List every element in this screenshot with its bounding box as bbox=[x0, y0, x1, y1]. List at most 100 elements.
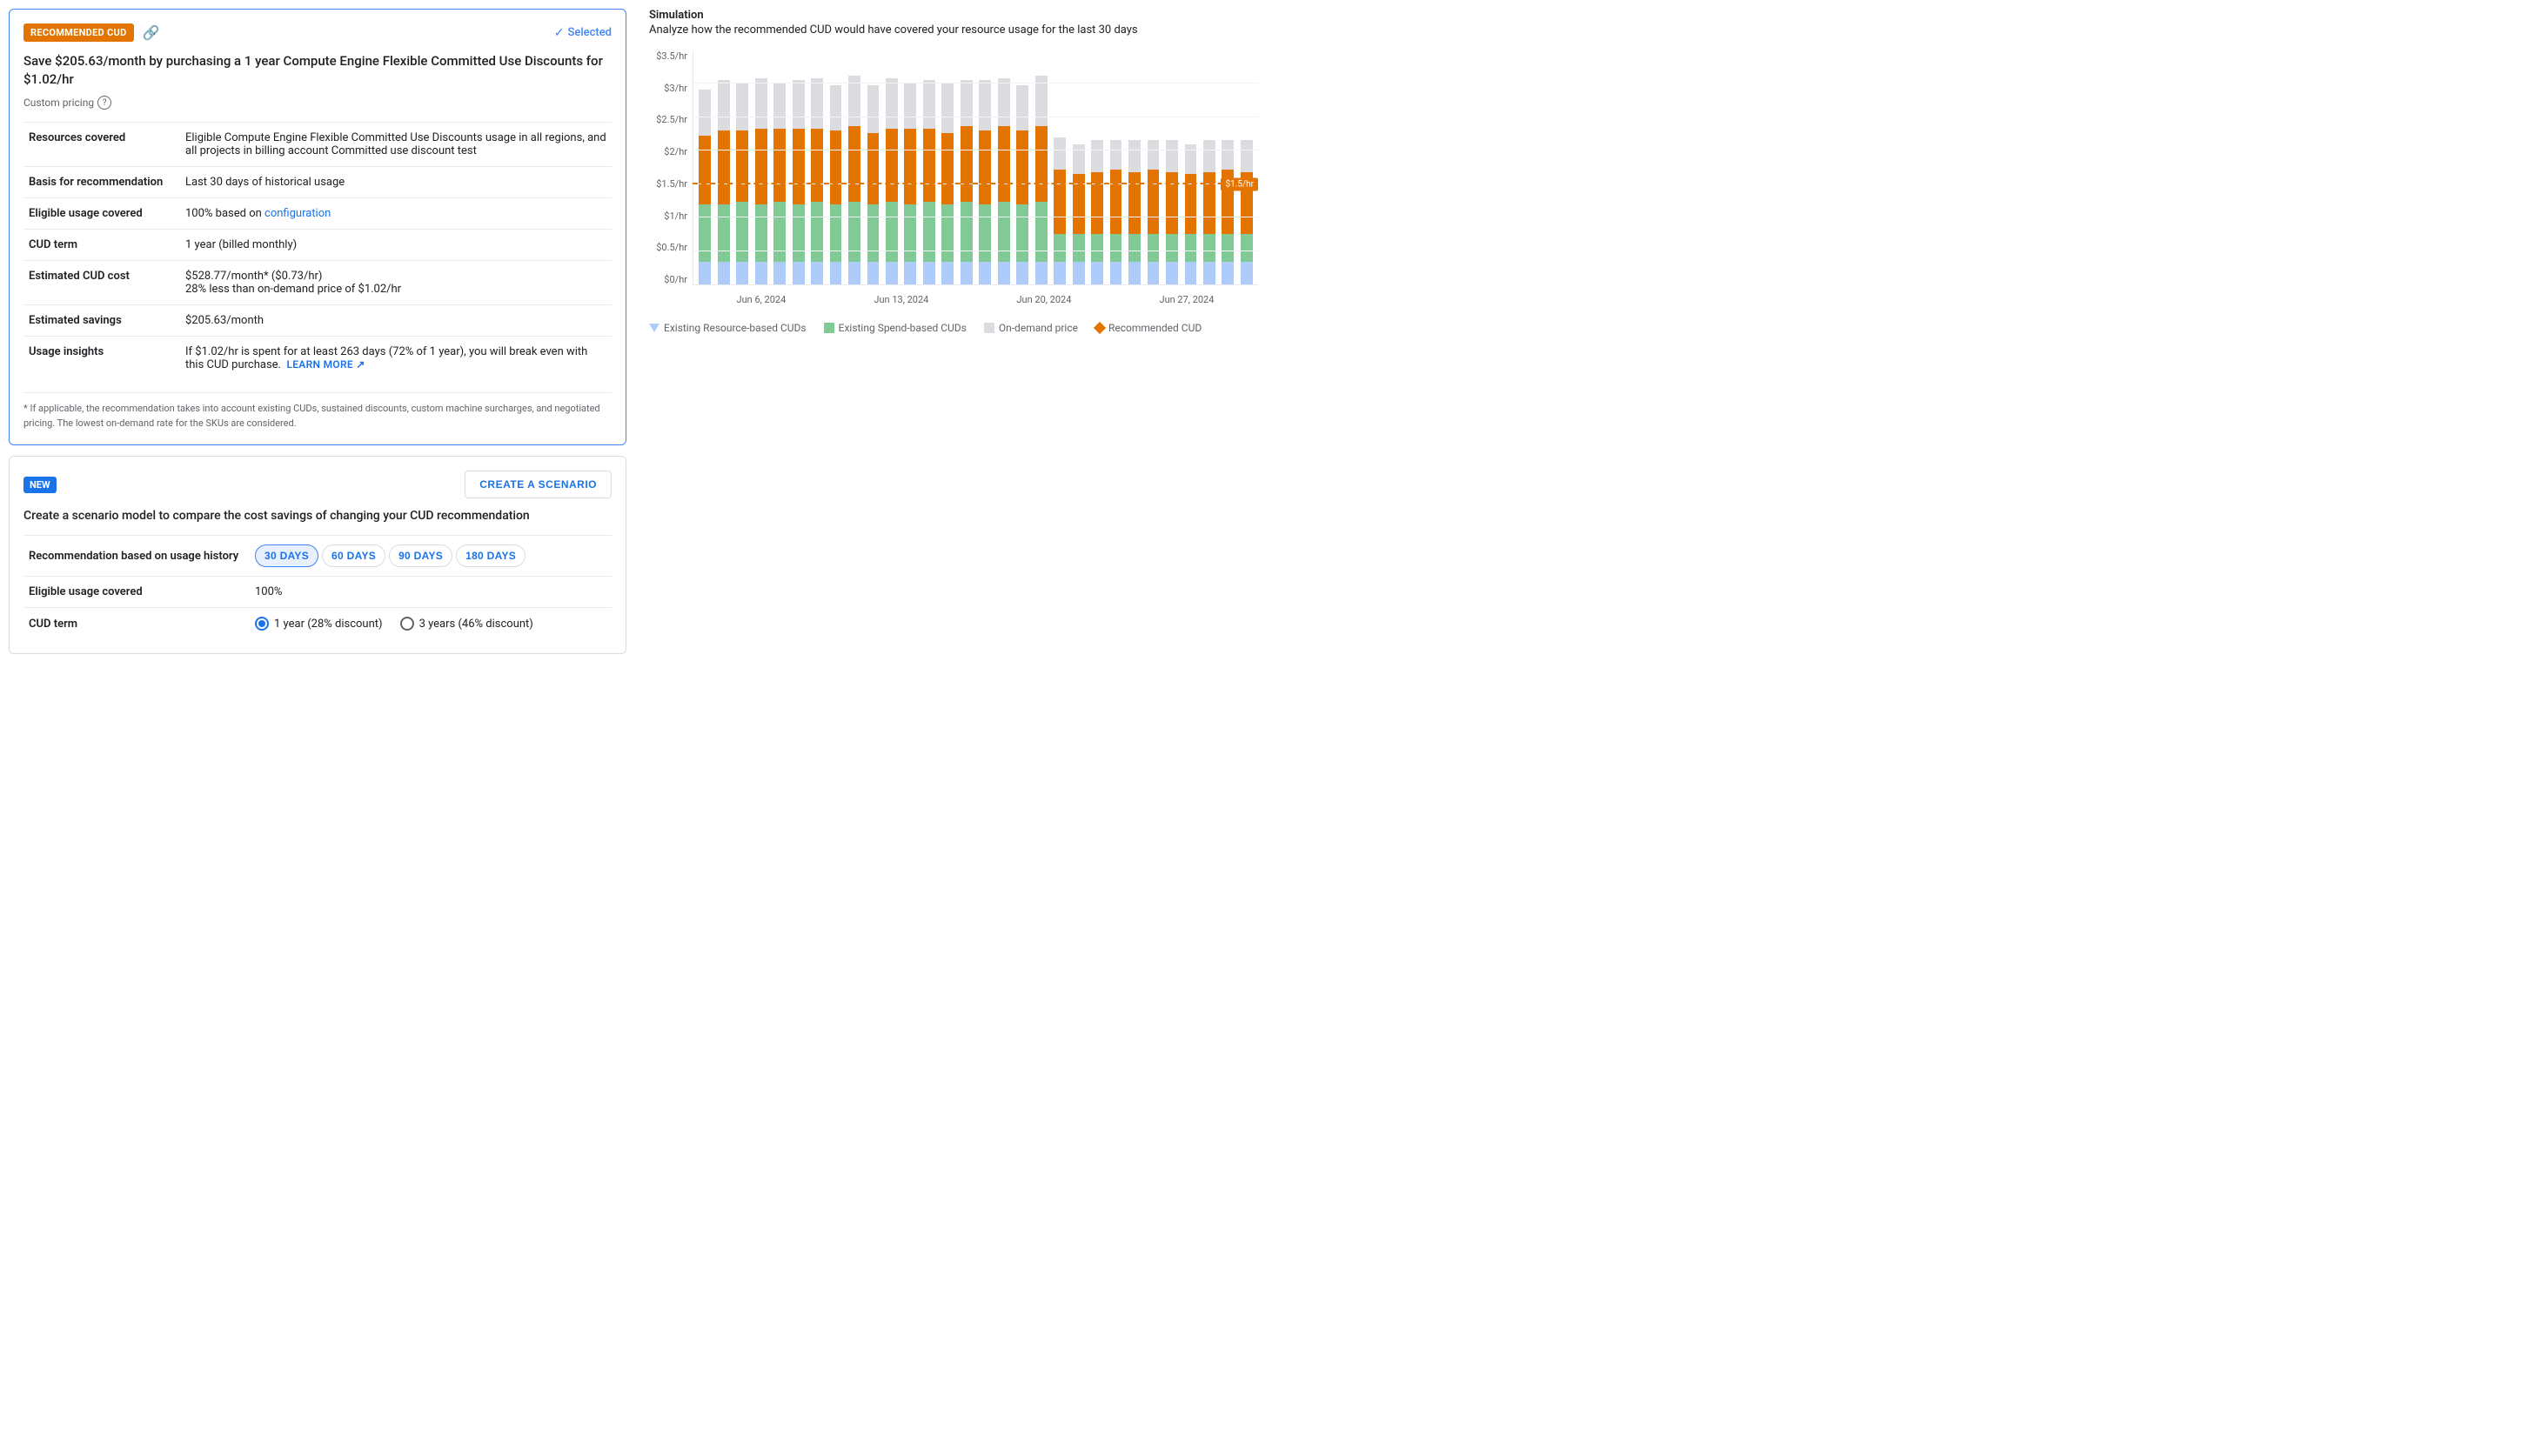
footnote: * If applicable, the recommendation take… bbox=[23, 392, 612, 431]
bar-segment bbox=[718, 204, 730, 262]
chip-90-days[interactable]: 90 DAYS bbox=[389, 544, 452, 567]
bar-segment bbox=[979, 262, 991, 284]
bar-group bbox=[1202, 50, 1217, 284]
bar-group bbox=[884, 50, 900, 284]
bar-group bbox=[1108, 50, 1123, 284]
create-scenario-button[interactable]: CREATE A SCENARIO bbox=[465, 471, 612, 498]
bar-segment bbox=[755, 129, 767, 204]
x-axis: Jun 6, 2024 Jun 13, 2024 Jun 20, 2024 Ju… bbox=[693, 287, 1258, 311]
bar-segment bbox=[1073, 144, 1085, 174]
bar-segment bbox=[941, 133, 954, 204]
simulation-subtitle: Analyze how the recommended CUD would ha… bbox=[649, 23, 1258, 37]
row-value: 1 year (28% discount) 3 years (46% disco… bbox=[250, 608, 612, 640]
bar-group bbox=[1239, 50, 1255, 284]
bar-group bbox=[1182, 50, 1198, 284]
scenario-card: NEW CREATE A SCENARIO Create a scenario … bbox=[9, 456, 626, 654]
table-row: Eligible usage covered 100% based on con… bbox=[23, 198, 612, 230]
chip-30-days[interactable]: 30 DAYS bbox=[255, 544, 318, 567]
bar-segment bbox=[1222, 140, 1234, 170]
chart-plot bbox=[693, 50, 1258, 285]
row-label: Estimated savings bbox=[23, 305, 180, 337]
bar-segment bbox=[1054, 262, 1066, 284]
bar-segment bbox=[1241, 172, 1253, 234]
bar-segment bbox=[1185, 234, 1197, 262]
cud-card: RECOMMENDED CUD 🔗 ✓ Selected Save $205.6… bbox=[9, 9, 626, 445]
row-value: 100% based on configuration bbox=[180, 198, 612, 230]
bar-group bbox=[921, 50, 937, 284]
bar-segment bbox=[867, 262, 880, 284]
bar-segment bbox=[1203, 172, 1215, 234]
bar-segment bbox=[811, 262, 823, 284]
help-icon[interactable]: ? bbox=[97, 96, 111, 110]
x-label: Jun 27, 2024 bbox=[1160, 294, 1215, 305]
bar-segment bbox=[736, 83, 748, 130]
link-icon[interactable]: 🔗 bbox=[143, 24, 160, 41]
chart-container: $3.5/hr $3/hr $2.5/hr $2/hr $1.5/hr $1/h… bbox=[649, 50, 1258, 311]
bar-segment bbox=[1185, 174, 1197, 234]
bar-segment bbox=[979, 130, 991, 204]
bar-segment bbox=[1128, 172, 1141, 234]
row-value: Last 30 days of historical usage bbox=[180, 167, 612, 198]
bar-segment bbox=[904, 129, 916, 204]
bar-segment bbox=[848, 76, 860, 126]
bar-segment bbox=[773, 83, 786, 129]
legend-item-ondemand: On-demand price bbox=[984, 322, 1078, 334]
card-header-left: RECOMMENDED CUD 🔗 bbox=[23, 23, 159, 42]
bar-segment bbox=[886, 262, 898, 284]
table-row: Estimated CUD cost $528.77/month* ($0.73… bbox=[23, 261, 612, 305]
bar-group bbox=[697, 50, 713, 284]
bar-group bbox=[1145, 50, 1161, 284]
table-row: CUD term 1 year (billed monthly) bbox=[23, 230, 612, 261]
row-label: Usage insights bbox=[23, 337, 180, 381]
configuration-link[interactable]: configuration bbox=[264, 207, 331, 220]
bar-segment bbox=[1110, 140, 1122, 170]
bar-segment bbox=[1091, 234, 1103, 262]
table-row: Estimated savings $205.63/month bbox=[23, 305, 612, 337]
bar-segment bbox=[1241, 140, 1253, 172]
table-row: Usage insights If $1.02/hr is spent for … bbox=[23, 337, 612, 381]
bar-group bbox=[1164, 50, 1180, 284]
bar-segment bbox=[1128, 262, 1141, 284]
bar-segment bbox=[886, 202, 898, 262]
bar-segment bbox=[867, 85, 880, 133]
bar-segment bbox=[1035, 202, 1048, 262]
bar-group bbox=[1033, 50, 1048, 284]
learn-more-link[interactable]: LEARN MORE ↗ bbox=[286, 358, 365, 371]
bar-segment bbox=[736, 130, 748, 202]
bar-segment bbox=[793, 204, 805, 262]
bar-segment bbox=[979, 80, 991, 130]
bar-segment bbox=[811, 78, 823, 129]
bar-segment bbox=[1016, 204, 1028, 262]
bar-segment bbox=[699, 204, 711, 262]
bar-segment bbox=[1091, 262, 1103, 284]
bar-segment bbox=[867, 204, 880, 262]
row-label: Estimated CUD cost bbox=[23, 261, 180, 305]
bar-group bbox=[1070, 50, 1086, 284]
bar-segment bbox=[1241, 234, 1253, 262]
radio-1-year[interactable]: 1 year (28% discount) bbox=[255, 617, 383, 631]
bar-segment bbox=[811, 129, 823, 202]
bar-segment bbox=[904, 262, 916, 284]
bar-segment bbox=[1054, 234, 1066, 262]
row-value: 30 DAYS 60 DAYS 90 DAYS 180 DAYS bbox=[250, 536, 612, 577]
bar-group bbox=[809, 50, 825, 284]
radio-3-year[interactable]: 3 years (46% discount) bbox=[400, 617, 533, 631]
bar-group bbox=[847, 50, 862, 284]
right-panel: Simulation Analyze how the recommended C… bbox=[635, 0, 1272, 728]
table-row: Recommendation based on usage history 30… bbox=[23, 536, 612, 577]
chart-legend: Existing Resource-based CUDs Existing Sp… bbox=[649, 322, 1258, 334]
bar-segment bbox=[923, 80, 935, 128]
bar-segment bbox=[1035, 126, 1048, 202]
scenario-title: Create a scenario model to compare the c… bbox=[23, 509, 612, 523]
bar-segment bbox=[1073, 174, 1085, 234]
radio-circle-selected bbox=[255, 617, 269, 631]
bar-segment bbox=[1128, 140, 1141, 172]
chip-180-days[interactable]: 180 DAYS bbox=[456, 544, 526, 567]
bar-group bbox=[790, 50, 806, 284]
row-value: 1 year (billed monthly) bbox=[180, 230, 612, 261]
bar-segment bbox=[904, 204, 916, 262]
bar-segment bbox=[830, 262, 842, 284]
y-label: $3.5/hr bbox=[656, 50, 687, 62]
chip-60-days[interactable]: 60 DAYS bbox=[322, 544, 385, 567]
y-label: $3/hr bbox=[664, 83, 687, 94]
